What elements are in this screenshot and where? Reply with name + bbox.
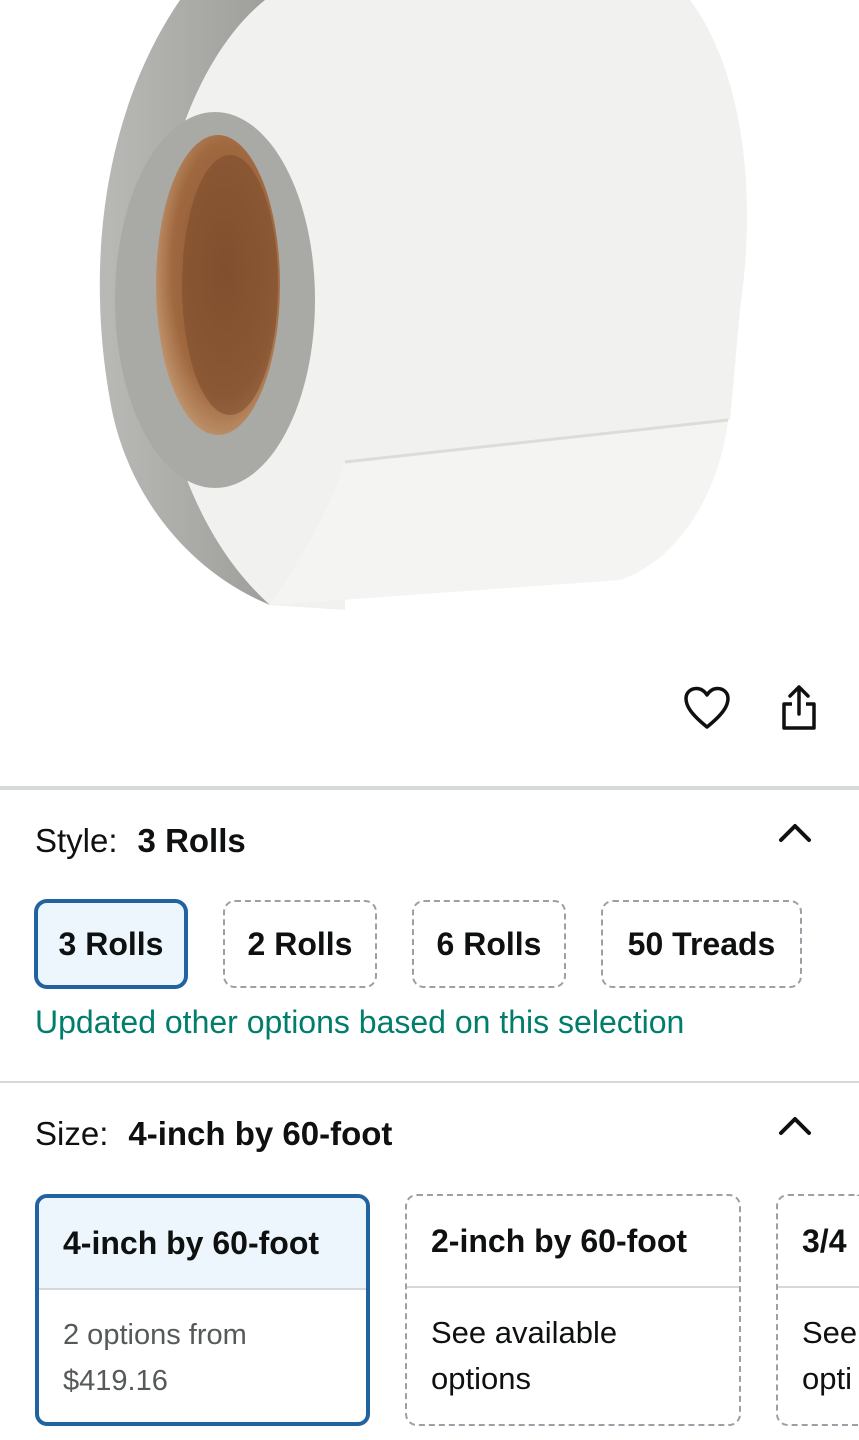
- size-option-line2: opti: [802, 1361, 852, 1396]
- style-option-50-treads[interactable]: 50 Treads: [601, 900, 802, 988]
- product-image[interactable]: [0, 0, 859, 660]
- size-option-4in-60ft[interactable]: 4-inch by 60-foot 2 options from $419.16: [35, 1194, 370, 1426]
- style-option-3-rolls[interactable]: 3 Rolls: [35, 900, 187, 988]
- style-selected-value: 3 Rolls: [137, 822, 246, 859]
- size-option-title: 4-inch by 60-foot: [39, 1198, 366, 1290]
- style-label: Style: 3 Rolls: [35, 822, 246, 860]
- size-option-body: See opti: [778, 1288, 859, 1402]
- size-label-text: Size:: [35, 1115, 109, 1152]
- size-selected-value: 4-inch by 60-foot: [128, 1115, 393, 1152]
- size-label: Size: 4-inch by 60-foot: [35, 1115, 392, 1153]
- size-option-title: 2-inch by 60-foot: [407, 1196, 739, 1288]
- style-option-6-rolls[interactable]: 6 Rolls: [412, 900, 566, 988]
- size-option-line1: See: [802, 1315, 858, 1350]
- size-option-line1: 2 options from: [63, 1319, 247, 1351]
- size-option-line2: options: [431, 1361, 531, 1396]
- share-icon[interactable]: [773, 682, 825, 734]
- style-collapse-chevron-up-icon[interactable]: [772, 818, 818, 848]
- size-option-2in-60ft[interactable]: 2-inch by 60-foot See available options: [405, 1194, 741, 1426]
- update-message: Updated other options based on this sele…: [35, 1004, 685, 1040]
- style-label-text: Style:: [35, 822, 118, 859]
- size-collapse-chevron-up-icon[interactable]: [772, 1111, 818, 1141]
- size-option-body: 2 options from $419.16: [39, 1290, 366, 1404]
- size-option-price: $419.16: [63, 1365, 168, 1397]
- size-option-line1: See available: [431, 1315, 618, 1350]
- size-option-body: See available options: [407, 1288, 739, 1402]
- section-divider: [0, 1081, 859, 1083]
- size-option-3-4in-partial[interactable]: 3/4 See opti: [776, 1194, 859, 1426]
- size-option-title: 3/4: [778, 1196, 859, 1288]
- style-option-2-rolls[interactable]: 2 Rolls: [223, 900, 377, 988]
- section-divider: [0, 786, 859, 790]
- heart-icon[interactable]: [681, 682, 733, 734]
